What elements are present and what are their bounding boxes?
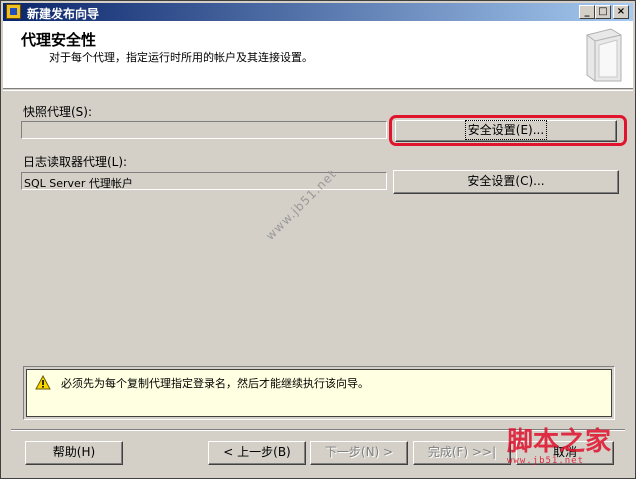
message-area: 必须先为每个复制代理指定登录名，然后才能继续执行该向导。 [23,366,615,420]
header-divider [3,90,633,91]
help-button[interactable]: 帮助(H) [25,441,123,465]
title-bar[interactable]: 新建发布向导 _ □ × [3,3,633,21]
app-icon [6,4,21,19]
site-logo-url: www.jb51.net [507,456,585,466]
snapshot-agent-label: 快照代理(S): [23,105,93,119]
minimize-button[interactable]: _ [579,5,595,19]
highlight-annotation [389,115,627,146]
snapshot-agent-field[interactable] [21,121,387,139]
warning-icon [35,375,51,390]
message-panel: 必须先为每个复制代理指定登录名，然后才能继续执行该向导。 [26,369,612,417]
message-text: 必须先为每个复制代理指定登录名，然后才能继续执行该向导。 [61,377,369,390]
site-logo: 脚本之家 www.jb51.net [507,421,631,473]
logreader-security-button[interactable]: 安全设置(C)... [393,170,619,194]
logreader-agent-label: 日志读取器代理(L): [23,155,128,169]
book-icon [586,28,622,82]
close-button[interactable]: × [613,5,629,19]
next-button[interactable]: 下一步(N) > [310,441,408,465]
back-button[interactable]: < 上一步(B) [208,441,306,465]
page-title: 代理安全性 [21,31,97,49]
window-title: 新建发布向导 [27,7,100,21]
site-logo-text: 脚本之家 [507,427,612,457]
page-subtitle: 对于每个代理，指定运行时所用的帐户及其连接设置。 [49,51,313,64]
maximize-button[interactable]: □ [595,5,611,19]
finish-button[interactable]: 完成(F) >>| [413,441,511,465]
wizard-window: 新建发布向导 _ □ × 代理安全性 对于每个代理，指定运行时所用的帐户及其连接… [0,0,636,479]
wizard-header: 代理安全性 对于每个代理，指定运行时所用的帐户及其连接设置。 [3,21,633,89]
